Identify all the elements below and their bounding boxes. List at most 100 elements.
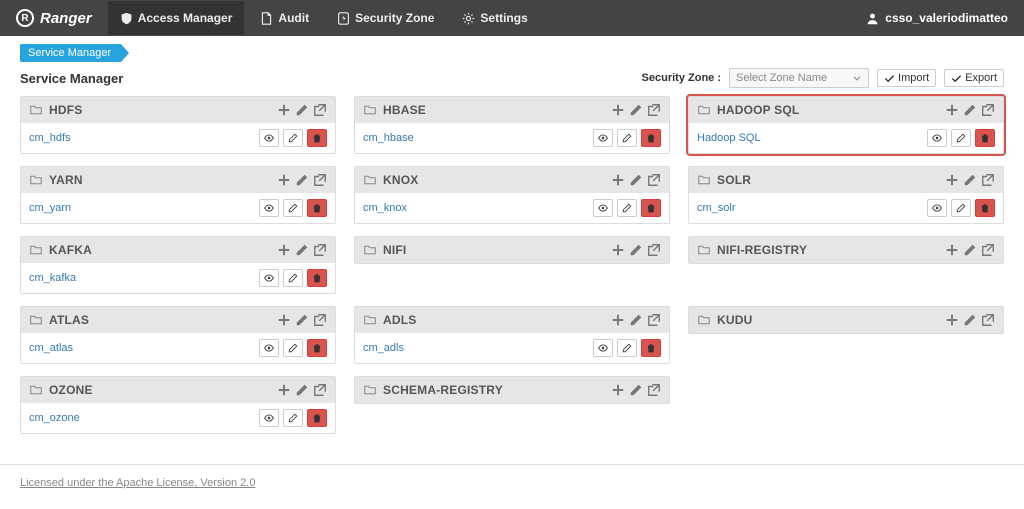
add-service-button[interactable] [945, 173, 959, 187]
view-button[interactable] [927, 129, 947, 147]
edit-service-type-button[interactable] [629, 103, 643, 117]
delete-button[interactable] [307, 199, 327, 217]
service-link[interactable]: cm_knox [363, 202, 407, 214]
edit-service-type-button[interactable] [295, 243, 309, 257]
service-link[interactable]: cm_ozone [29, 412, 80, 424]
service-link[interactable]: Hadoop SQL [697, 132, 761, 144]
edit-service-type-button[interactable] [295, 103, 309, 117]
card-body: cm_ozone [21, 403, 335, 433]
add-service-button[interactable] [945, 103, 959, 117]
open-external-button[interactable] [981, 313, 995, 327]
view-button[interactable] [259, 269, 279, 287]
add-service-button[interactable] [945, 313, 959, 327]
delete-button[interactable] [307, 129, 327, 147]
edit-button[interactable] [951, 199, 971, 217]
add-service-button[interactable] [277, 173, 291, 187]
open-external-button[interactable] [981, 103, 995, 117]
edit-service-type-button[interactable] [629, 243, 643, 257]
delete-button[interactable] [641, 199, 661, 217]
zone-select[interactable]: Select Zone Name [729, 68, 869, 88]
view-button[interactable] [259, 199, 279, 217]
service-link[interactable]: cm_solr [697, 202, 736, 214]
nav-access-manager[interactable]: Access Manager [108, 1, 245, 35]
service-link[interactable]: cm_hdfs [29, 132, 71, 144]
card-header-actions [611, 173, 661, 187]
open-external-button[interactable] [313, 243, 327, 257]
folder-icon [363, 314, 377, 326]
brand[interactable]: R Ranger [16, 9, 92, 27]
breadcrumb[interactable]: Service Manager [20, 44, 121, 62]
service-row-actions [593, 199, 661, 217]
delete-button[interactable] [975, 129, 995, 147]
edit-button[interactable] [283, 199, 303, 217]
service-link[interactable]: cm_atlas [29, 342, 73, 354]
edit-button[interactable] [617, 129, 637, 147]
nav-settings[interactable]: Settings [450, 1, 539, 35]
view-button[interactable] [259, 129, 279, 147]
service-link[interactable]: cm_kafka [29, 272, 76, 284]
delete-button[interactable] [641, 129, 661, 147]
export-button[interactable]: Export [944, 69, 1004, 87]
open-external-button[interactable] [313, 383, 327, 397]
view-button[interactable] [593, 199, 613, 217]
delete-button[interactable] [641, 339, 661, 357]
add-service-button[interactable] [277, 243, 291, 257]
delete-button[interactable] [307, 409, 327, 427]
view-button[interactable] [259, 339, 279, 357]
open-external-button[interactable] [981, 173, 995, 187]
edit-service-type-button[interactable] [629, 173, 643, 187]
edit-button[interactable] [283, 269, 303, 287]
delete-button[interactable] [307, 339, 327, 357]
add-service-button[interactable] [277, 103, 291, 117]
edit-button[interactable] [283, 409, 303, 427]
card-header: SCHEMA-REGISTRY [355, 377, 669, 403]
edit-service-type-button[interactable] [295, 313, 309, 327]
open-external-button[interactable] [313, 313, 327, 327]
service-link[interactable]: cm_adls [363, 342, 404, 354]
edit-button[interactable] [951, 129, 971, 147]
edit-service-type-button[interactable] [295, 173, 309, 187]
import-button[interactable]: Import [877, 69, 936, 87]
open-external-button[interactable] [647, 383, 661, 397]
edit-service-type-button[interactable] [963, 173, 977, 187]
open-external-button[interactable] [313, 103, 327, 117]
view-button[interactable] [927, 199, 947, 217]
add-service-button[interactable] [277, 383, 291, 397]
view-button[interactable] [593, 339, 613, 357]
open-external-button[interactable] [981, 243, 995, 257]
edit-service-type-button[interactable] [629, 313, 643, 327]
open-external-button[interactable] [647, 313, 661, 327]
delete-button[interactable] [975, 199, 995, 217]
service-link[interactable]: cm_hbase [363, 132, 414, 144]
nav-audit[interactable]: Audit [248, 1, 321, 35]
edit-button[interactable] [617, 199, 637, 217]
open-external-button[interactable] [313, 173, 327, 187]
open-external-button[interactable] [647, 103, 661, 117]
user-menu[interactable]: csso_valeriodimatteo [866, 11, 1008, 25]
edit-service-type-button[interactable] [963, 313, 977, 327]
add-service-button[interactable] [611, 313, 625, 327]
view-button[interactable] [593, 129, 613, 147]
add-service-button[interactable] [945, 243, 959, 257]
edit-button[interactable] [283, 339, 303, 357]
page-title: Service Manager [20, 71, 123, 86]
add-service-button[interactable] [611, 383, 625, 397]
service-link[interactable]: cm_yarn [29, 202, 71, 214]
add-service-button[interactable] [611, 243, 625, 257]
open-external-button[interactable] [647, 173, 661, 187]
license-link[interactable]: Licensed under the Apache License, Versi… [20, 477, 255, 489]
edit-service-type-button[interactable] [963, 103, 977, 117]
add-service-button[interactable] [277, 313, 291, 327]
edit-button[interactable] [617, 339, 637, 357]
edit-service-type-button[interactable] [963, 243, 977, 257]
open-external-button[interactable] [647, 243, 661, 257]
add-service-button[interactable] [611, 173, 625, 187]
edit-service-type-button[interactable] [629, 383, 643, 397]
card-title: KAFKA [49, 243, 271, 257]
edit-button[interactable] [283, 129, 303, 147]
delete-button[interactable] [307, 269, 327, 287]
nav-security-zone[interactable]: Security Zone [325, 1, 446, 35]
add-service-button[interactable] [611, 103, 625, 117]
view-button[interactable] [259, 409, 279, 427]
edit-service-type-button[interactable] [295, 383, 309, 397]
